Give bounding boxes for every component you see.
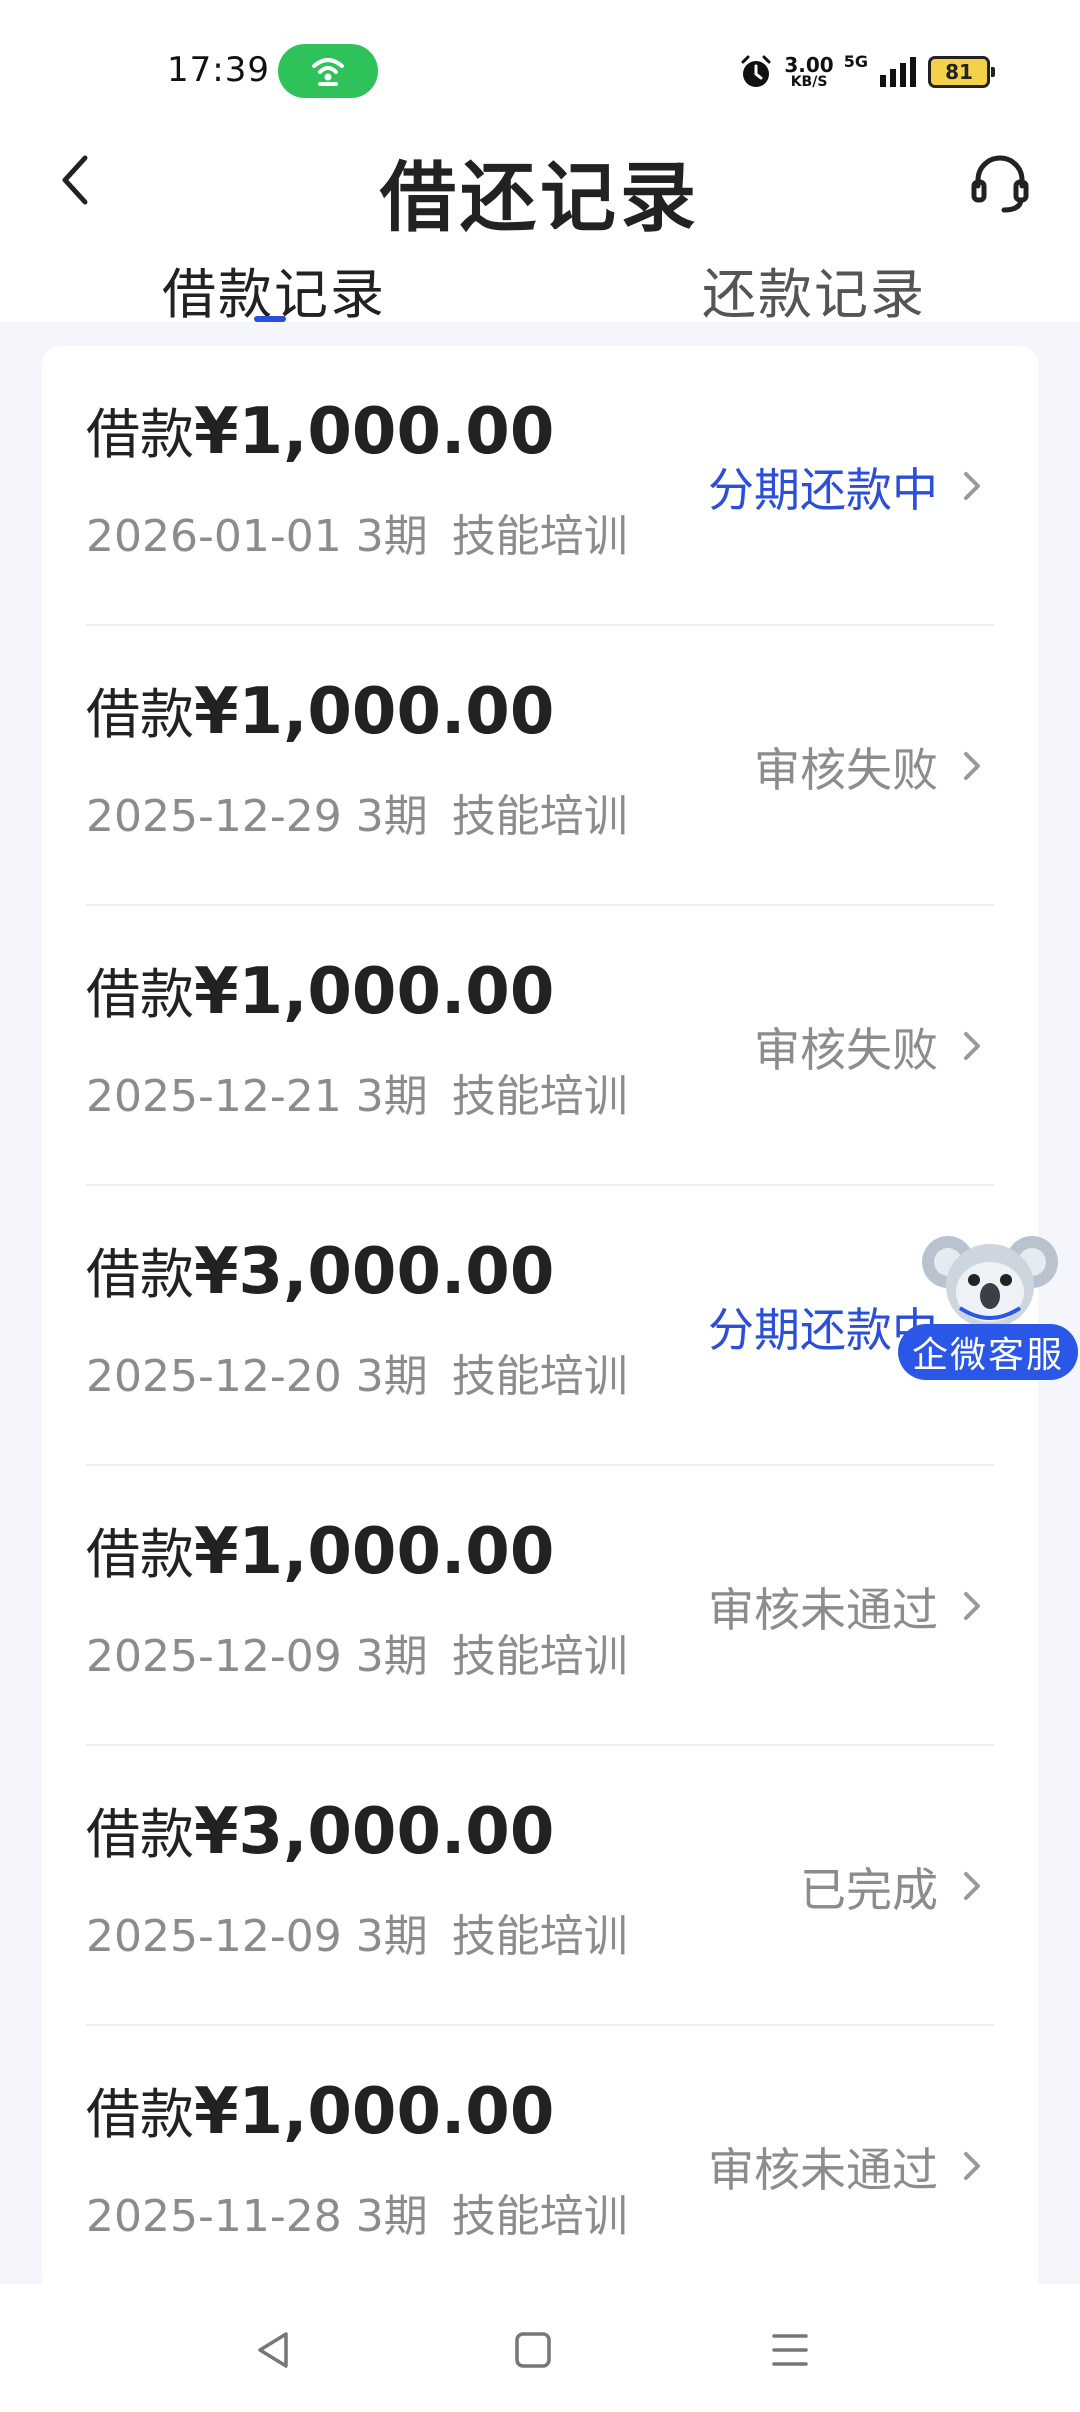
record-term: 3期 [355, 2191, 428, 2242]
record-status: 审核失败 [754, 1023, 938, 1077]
battery-level: 81 [945, 60, 973, 84]
record-item[interactable]: 借款¥1,000.00 2025-12-09 3期 技能培训 审核未通过 [86, 1466, 994, 1746]
nav-home-button[interactable] [503, 2320, 563, 2380]
page-title: 借还记录 [380, 153, 700, 242]
record-meta: 2026-01-01 3期 技能培训 [86, 500, 628, 564]
record-term: 3期 [355, 791, 428, 842]
header: 借还记录 [0, 120, 1080, 242]
hotspot-pill [278, 44, 378, 98]
record-amount: 借款¥1,000.00 [86, 390, 554, 469]
record-date: 2025-12-29 [86, 791, 342, 842]
record-meta: 2025-12-20 3期 技能培训 [86, 1340, 628, 1404]
record-purpose: 技能培训 [451, 1911, 628, 1962]
signal-icon [880, 57, 916, 87]
record-item[interactable]: 借款¥1,000.00 2025-11-28 3期 技能培训 审核未通过 [86, 2026, 994, 2284]
record-status: 审核失败 [754, 743, 938, 797]
record-purpose: 技能培训 [451, 791, 628, 842]
record-status: 分期还款中 [708, 463, 938, 517]
wecom-service-float[interactable]: 企微客服 [898, 1228, 1080, 1380]
record-meta: 2025-11-28 3期 技能培训 [86, 2180, 628, 2244]
alarm-icon [741, 55, 771, 87]
record-amount-value: ¥1,000.00 [194, 955, 555, 1029]
chevron-right-icon [964, 1032, 980, 1060]
record-date: 2025-12-09 [86, 1911, 342, 1962]
headset-icon [971, 155, 1029, 213]
triangle-back-icon [258, 2332, 288, 2368]
chevron-right-icon [964, 1592, 980, 1620]
record-amount: 借款¥3,000.00 [86, 1790, 554, 1869]
network-speed-value: 3.00 [784, 53, 834, 77]
status-icons: 3.00 KB/S 5G 81 [738, 50, 995, 94]
record-prefix: 借款 [86, 683, 194, 746]
nav-menu-button[interactable] [760, 2320, 820, 2380]
record-meta: 2025-12-21 3期 技能培训 [86, 1060, 628, 1124]
record-amount: 借款¥1,000.00 [86, 2070, 554, 2149]
menu-lines-icon [772, 2334, 808, 2366]
record-item[interactable]: 借款¥1,000.00 2025-12-29 3期 技能培训 审核失败 [86, 626, 994, 906]
chevron-right-icon [964, 2152, 980, 2180]
record-amount-value: ¥3,000.00 [194, 1235, 555, 1309]
records-list: 借款¥1,000.00 2026-01-01 3期 技能培训 分期还款中 借款¥1… [42, 346, 1038, 2284]
record-meta: 2025-12-09 3期 技能培训 [86, 1620, 628, 1684]
record-meta: 2025-12-29 3期 技能培训 [86, 780, 628, 844]
record-purpose: 技能培训 [451, 1631, 628, 1682]
record-amount-value: ¥1,000.00 [194, 2075, 555, 2149]
network-speed-unit: KB/S [790, 74, 828, 90]
record-purpose: 技能培训 [451, 511, 628, 562]
record-date: 2025-12-09 [86, 1631, 342, 1682]
record-amount-value: ¥1,000.00 [194, 675, 555, 749]
record-item[interactable]: 借款¥1,000.00 2025-12-21 3期 技能培训 审核失败 [86, 906, 994, 1186]
network-type: 5G [843, 52, 868, 71]
chevron-right-icon [964, 1872, 980, 1900]
network-speed: 3.00 KB/S [784, 55, 833, 89]
record-amount: 借款¥1,000.00 [86, 1510, 554, 1589]
record-date: 2025-11-28 [86, 2191, 342, 2242]
record-prefix: 借款 [86, 1803, 194, 1866]
record-purpose: 技能培训 [451, 2191, 628, 2242]
status-time: 17:39 [167, 50, 270, 90]
record-prefix: 借款 [86, 403, 194, 466]
record-meta: 2025-12-09 3期 技能培训 [86, 1900, 628, 1964]
hotspot-icon [312, 58, 344, 86]
chevron-right-icon [964, 472, 980, 500]
record-prefix: 借款 [86, 963, 194, 1026]
record-amount-value: ¥1,000.00 [194, 395, 555, 469]
record-status: 审核未通过 [708, 1583, 938, 1637]
status-bar: 17:39 3.00 KB/S 5G 81 [0, 0, 1080, 140]
chevron-right-icon [964, 752, 980, 780]
record-prefix: 借款 [86, 1243, 194, 1306]
record-amount: 借款¥1,000.00 [86, 670, 554, 749]
screen: 17:39 3.00 KB/S 5G 81 借还记录 借款记录 还款记录 借款¥… [0, 0, 1080, 2412]
record-term: 3期 [355, 1911, 428, 1962]
record-term: 3期 [355, 511, 428, 562]
record-date: 2026-01-01 [86, 511, 342, 562]
customer-service-button[interactable] [960, 144, 1040, 224]
system-nav-bar [0, 2284, 1080, 2412]
square-home-icon [515, 2332, 551, 2368]
record-status: 审核未通过 [708, 2143, 938, 2197]
record-amount-value: ¥3,000.00 [194, 1795, 555, 1869]
record-item[interactable]: 借款¥3,000.00 2025-12-09 3期 技能培训 已完成 [86, 1746, 994, 2026]
record-prefix: 借款 [86, 2083, 194, 2146]
tab-repay-records[interactable]: 还款记录 [702, 250, 926, 329]
record-amount: 借款¥3,000.00 [86, 1230, 554, 1309]
record-purpose: 技能培训 [451, 1351, 628, 1402]
record-amount-value: ¥1,000.00 [194, 1515, 555, 1589]
koala-mascot-icon [922, 1236, 1058, 1328]
record-date: 2025-12-20 [86, 1351, 342, 1402]
wecom-service-label: 企微客服 [898, 1324, 1078, 1380]
record-amount: 借款¥1,000.00 [86, 950, 554, 1029]
record-term: 3期 [355, 1071, 428, 1122]
record-term: 3期 [355, 1631, 428, 1682]
battery-icon: 81 [928, 56, 995, 88]
record-status: 已完成 [800, 1863, 938, 1917]
record-date: 2025-12-21 [86, 1071, 342, 1122]
record-item[interactable]: 借款¥1,000.00 2026-01-01 3期 技能培训 分期还款中 [86, 346, 994, 626]
record-purpose: 技能培训 [451, 1071, 628, 1122]
tab-bar: 借款记录 还款记录 [0, 250, 1080, 326]
record-term: 3期 [355, 1351, 428, 1402]
record-item[interactable]: 借款¥3,000.00 2025-12-20 3期 技能培训 分期还款中 [86, 1186, 994, 1466]
nav-back-button[interactable] [244, 2320, 304, 2380]
record-prefix: 借款 [86, 1523, 194, 1586]
